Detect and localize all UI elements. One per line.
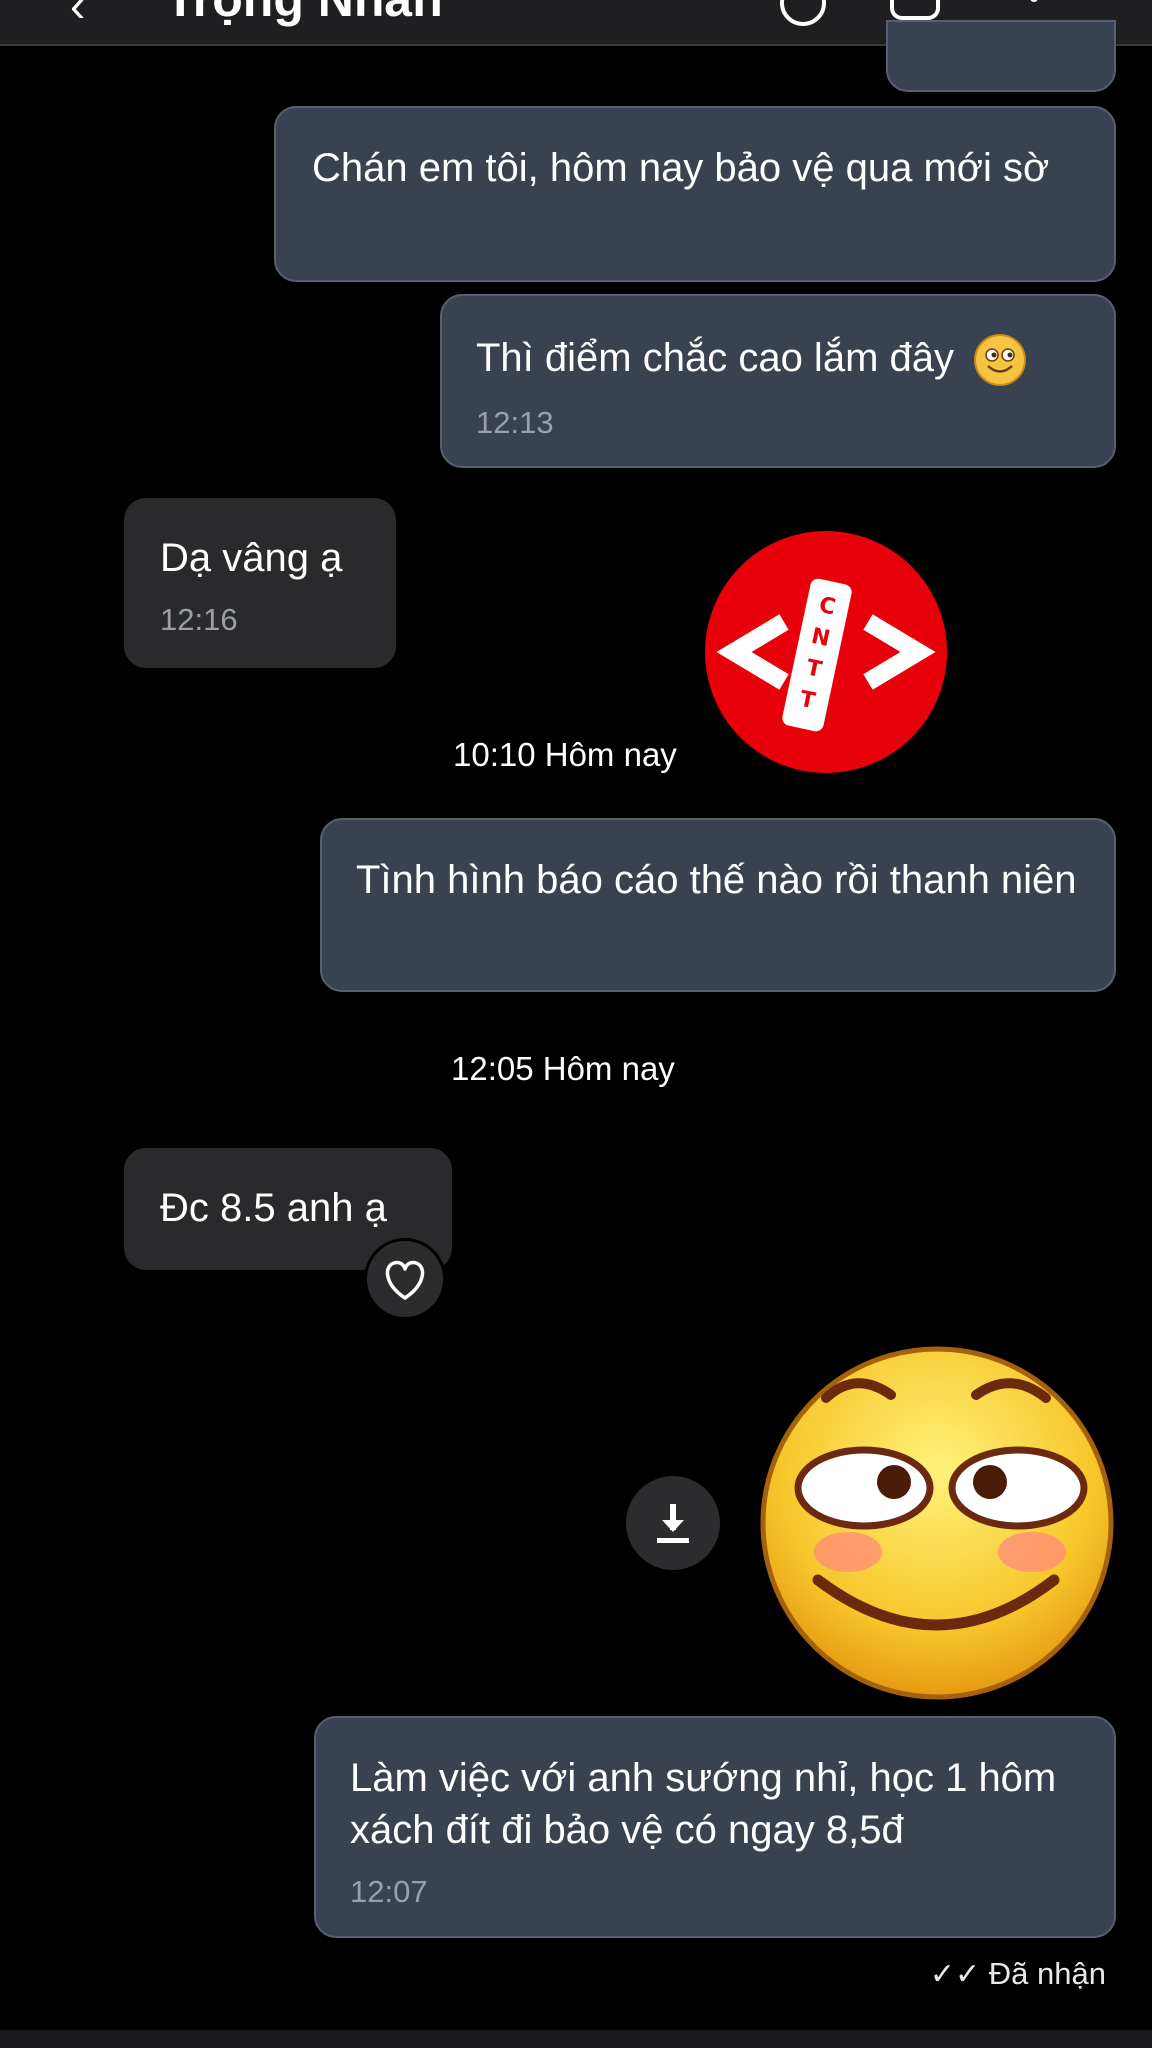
message-bubble-outgoing[interactable]: Làm việc với anh sướng nhỉ, học 1 hôm xá…	[314, 1716, 1116, 1938]
message-time: 12:16	[160, 602, 238, 637]
message-text: Dạ vâng ạ	[160, 536, 343, 580]
download-button[interactable]	[626, 1476, 720, 1570]
message-text: Tình hình báo cáo thế nào rồi thanh niên	[356, 858, 1077, 902]
video-icon[interactable]	[890, 0, 940, 20]
contact-name[interactable]: Trọng Nhân	[165, 0, 443, 28]
message-text: Chán em tôi, hôm nay bảo vệ qua mới sờ	[312, 146, 1050, 190]
message-bubble-incoming[interactable]: Dạ vâng ạ 12:16	[124, 498, 396, 668]
phone-icon[interactable]	[780, 0, 826, 26]
double-check-icon: ✓✓	[929, 1958, 981, 1991]
message-bubble-outgoing[interactable]: Tình hình báo cáo thế nào rồi thanh niên	[320, 818, 1116, 992]
smiling-emoji-sticker[interactable]	[756, 1340, 1118, 1702]
message-time: 12:07	[350, 1874, 428, 1909]
message-bubble-partial[interactable]	[886, 20, 1116, 92]
heart-reaction-button[interactable]	[364, 1238, 446, 1320]
menu-icon[interactable]	[1030, 0, 1092, 2]
heart-icon	[385, 1260, 425, 1300]
bottom-bar	[0, 2030, 1152, 2048]
message-text: Làm việc với anh sướng nhỉ, học 1 hôm xá…	[350, 1756, 1057, 1852]
message-time: 12:13	[476, 405, 554, 441]
message-text-content: Thì điểm chắc cao lắm đây	[476, 336, 954, 380]
message-text: Đc 8.5 anh ạ	[160, 1186, 387, 1230]
delivery-status: ✓✓ Đã nhận	[930, 1956, 1106, 1992]
message-bubble-outgoing[interactable]: Thì điểm chắc cao lắm đây 12:13	[440, 294, 1116, 468]
chevron-left-icon[interactable]: ‹	[70, 0, 85, 32]
download-icon	[657, 1504, 689, 1543]
cntt-logo-sticker[interactable]: C N T T	[704, 530, 948, 774]
date-separator: 10:10 Hôm nay	[453, 736, 677, 773]
smiling-face-icon	[974, 334, 1027, 387]
delivery-status-text: Đã nhận	[988, 1956, 1106, 1991]
date-separator: 12:05 Hôm nay	[451, 1050, 675, 1087]
message-text: Thì điểm chắc cao lắm đây	[476, 332, 1080, 387]
message-bubble-outgoing[interactable]: Chán em tôi, hôm nay bảo vệ qua mới sờ	[274, 106, 1116, 282]
